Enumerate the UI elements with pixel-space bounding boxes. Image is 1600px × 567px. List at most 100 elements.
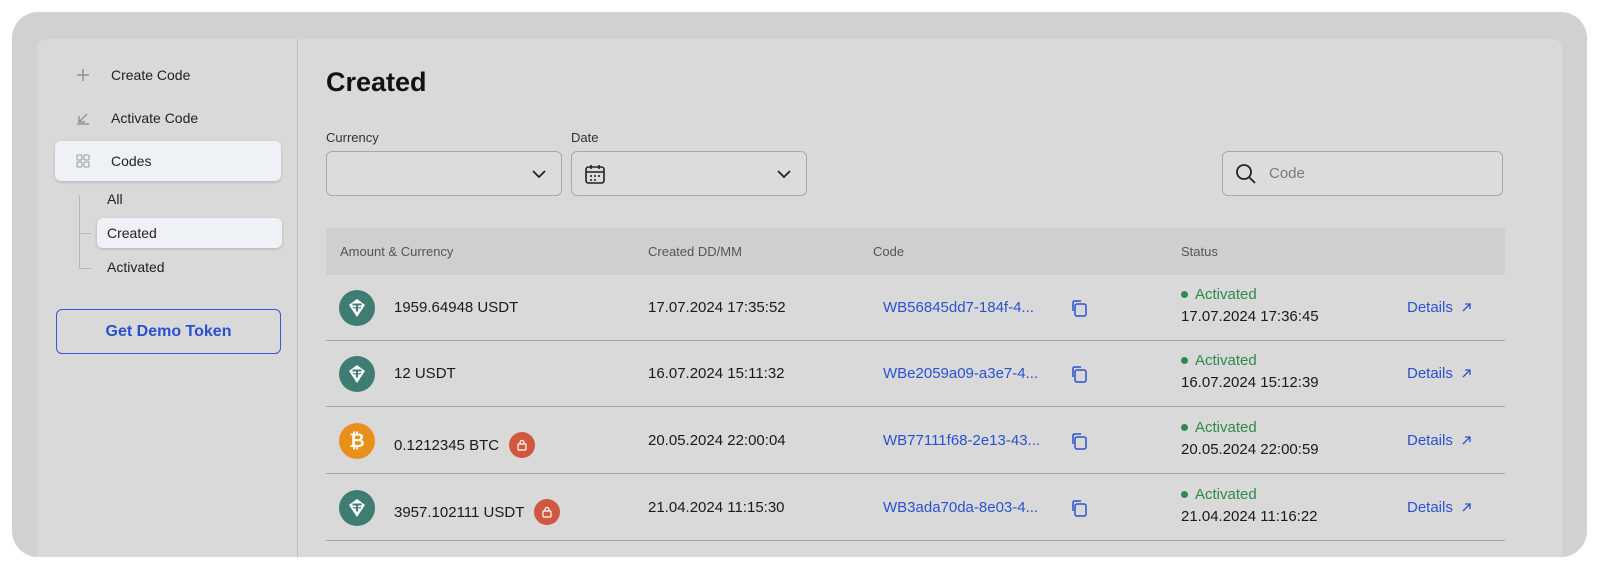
copy-icon[interactable] [1070, 299, 1088, 321]
lock-icon [509, 432, 536, 458]
date-label: Date [571, 130, 599, 145]
amount-text: 0.1212345 BTC [394, 436, 500, 454]
status-text: Activated [1195, 352, 1257, 369]
currency-select[interactable] [326, 151, 562, 196]
details-link[interactable]: Details [1407, 299, 1472, 316]
lock-icon [534, 499, 561, 525]
external-arrow-icon [1462, 503, 1471, 512]
sidebar: Create Code Activate Code Codes All Crea… [37, 39, 298, 557]
usdt-coin-icon [339, 356, 375, 392]
table-row: 1959.64948 USDT 17.07.2024 17:35:52 WB56… [326, 275, 1505, 341]
window-frame: Create Code Activate Code Codes All Crea… [12, 12, 1587, 557]
amount-cell: 3957.102111 USDT [394, 499, 561, 525]
details-link[interactable]: Details [1407, 365, 1472, 382]
amount-text: 3957.102111 USDT [394, 503, 525, 521]
tree-branch [79, 268, 91, 269]
status-cell: Activated 16.07.2024 15:12:39 [1181, 352, 1319, 391]
status-dot-icon [1181, 357, 1188, 364]
details-label: Details [1407, 499, 1453, 516]
amount-text: 12 USDT [394, 365, 456, 382]
status-timestamp: 20.05.2024 22:00:59 [1181, 441, 1319, 458]
subitem-label: Created [107, 225, 157, 241]
copy-icon[interactable] [1070, 432, 1088, 454]
status-dot-icon [1181, 291, 1188, 298]
code-link[interactable]: WB56845dd7-184f-4... [883, 299, 1034, 316]
status-cell: Activated 20.05.2024 22:00:59 [1181, 419, 1319, 458]
status-cell: Activated 21.04.2024 11:16:22 [1181, 486, 1318, 525]
status-badge: Activated [1181, 352, 1319, 369]
amount-cell: 1959.64948 USDT [394, 299, 518, 316]
status-dot-icon [1181, 491, 1188, 498]
status-timestamp: 21.04.2024 11:16:22 [1181, 508, 1318, 525]
status-cell: Activated 17.07.2024 17:36:45 [1181, 286, 1319, 325]
status-badge: Activated [1181, 286, 1319, 303]
app-panel: Create Code Activate Code Codes All Crea… [37, 39, 1562, 557]
amount-cell: 0.1212345 BTC [394, 432, 536, 458]
sidebar-item-activate-code[interactable]: Activate Code [55, 98, 281, 138]
amount-cell: 12 USDT [394, 365, 456, 382]
details-label: Details [1407, 299, 1453, 316]
tree-line [79, 195, 80, 269]
external-arrow-icon [1462, 303, 1471, 312]
column-header-created: Created DD/MM [648, 244, 742, 259]
currency-label: Currency [326, 130, 379, 145]
status-dot-icon [1181, 424, 1188, 431]
date-select[interactable] [571, 151, 807, 196]
code-link[interactable]: WB77111f68-2e13-43... [883, 432, 1040, 449]
status-timestamp: 16.07.2024 15:12:39 [1181, 374, 1319, 391]
status-text: Activated [1195, 286, 1257, 303]
external-arrow-icon [1462, 369, 1471, 378]
subitem-label: Activated [107, 259, 165, 275]
calendar-icon [584, 163, 606, 190]
created-date: 20.05.2024 22:00:04 [648, 432, 786, 449]
sidebar-item-label: Activate Code [111, 110, 199, 126]
status-timestamp: 17.07.2024 17:36:45 [1181, 308, 1319, 325]
code-link[interactable]: WBe2059a09-a3e7-4... [883, 365, 1038, 382]
column-header-amount: Amount & Currency [340, 244, 454, 259]
sidebar-subitem-created[interactable]: Created [97, 218, 282, 248]
external-arrow-icon [1462, 436, 1471, 445]
sidebar-item-label: Codes [111, 153, 152, 169]
created-date: 21.04.2024 11:15:30 [648, 499, 785, 516]
page-title: Created [326, 67, 427, 97]
sidebar-item-create-code[interactable]: Create Code [55, 55, 281, 95]
status-badge: Activated [1181, 419, 1319, 436]
copy-icon[interactable] [1070, 365, 1088, 387]
sidebar-item-label: Create Code [111, 67, 191, 83]
main-content: Created Currency Date Code Amount & Curr… [299, 39, 1562, 557]
sidebar-subitem-all[interactable]: All [97, 184, 282, 214]
column-header-code: Code [873, 244, 905, 259]
details-link[interactable]: Details [1407, 432, 1472, 449]
amount-text: 1959.64948 USDT [394, 299, 519, 316]
created-date: 16.07.2024 15:11:32 [648, 365, 785, 382]
table-header: Amount & Currency Created DD/MM Code Sta… [326, 228, 1505, 275]
sidebar-item-codes[interactable]: Codes [55, 141, 281, 181]
grid-icon [55, 154, 111, 168]
table-row: ₿ 0.1212345 BTC 20.05.2024 22:00:04 WB77… [326, 408, 1505, 474]
details-link[interactable]: Details [1407, 499, 1472, 516]
plus-icon [55, 68, 111, 82]
btc-coin-icon: ₿ [339, 423, 375, 459]
chevron-down-icon [531, 166, 547, 187]
status-badge: Activated [1181, 486, 1318, 503]
status-text: Activated [1195, 486, 1257, 503]
tree-branch [79, 233, 91, 234]
code-link[interactable]: WB3ada70da-8e03-4... [883, 499, 1038, 516]
get-demo-token-button[interactable]: Get Demo Token [56, 309, 281, 354]
usdt-coin-icon [339, 290, 375, 326]
table-row: 3957.102111 USDT 21.04.2024 11:15:30 WB3… [326, 475, 1505, 541]
created-date: 17.07.2024 17:35:52 [648, 299, 786, 316]
usdt-coin-icon [339, 490, 375, 526]
column-header-status: Status [1181, 244, 1218, 259]
arrow-down-left-icon [55, 111, 111, 125]
subitem-label: All [107, 191, 123, 207]
sidebar-subitem-activated[interactable]: Activated [97, 252, 282, 282]
table-row: 12 USDT 16.07.2024 15:11:32 WBe2059a09-a… [326, 341, 1505, 407]
copy-icon[interactable] [1070, 499, 1088, 521]
chevron-down-icon [776, 166, 792, 187]
search-box[interactable] [1222, 151, 1503, 196]
search-icon [1223, 163, 1269, 185]
status-text: Activated [1195, 419, 1257, 436]
details-label: Details [1407, 365, 1453, 382]
search-input[interactable] [1269, 165, 1489, 182]
